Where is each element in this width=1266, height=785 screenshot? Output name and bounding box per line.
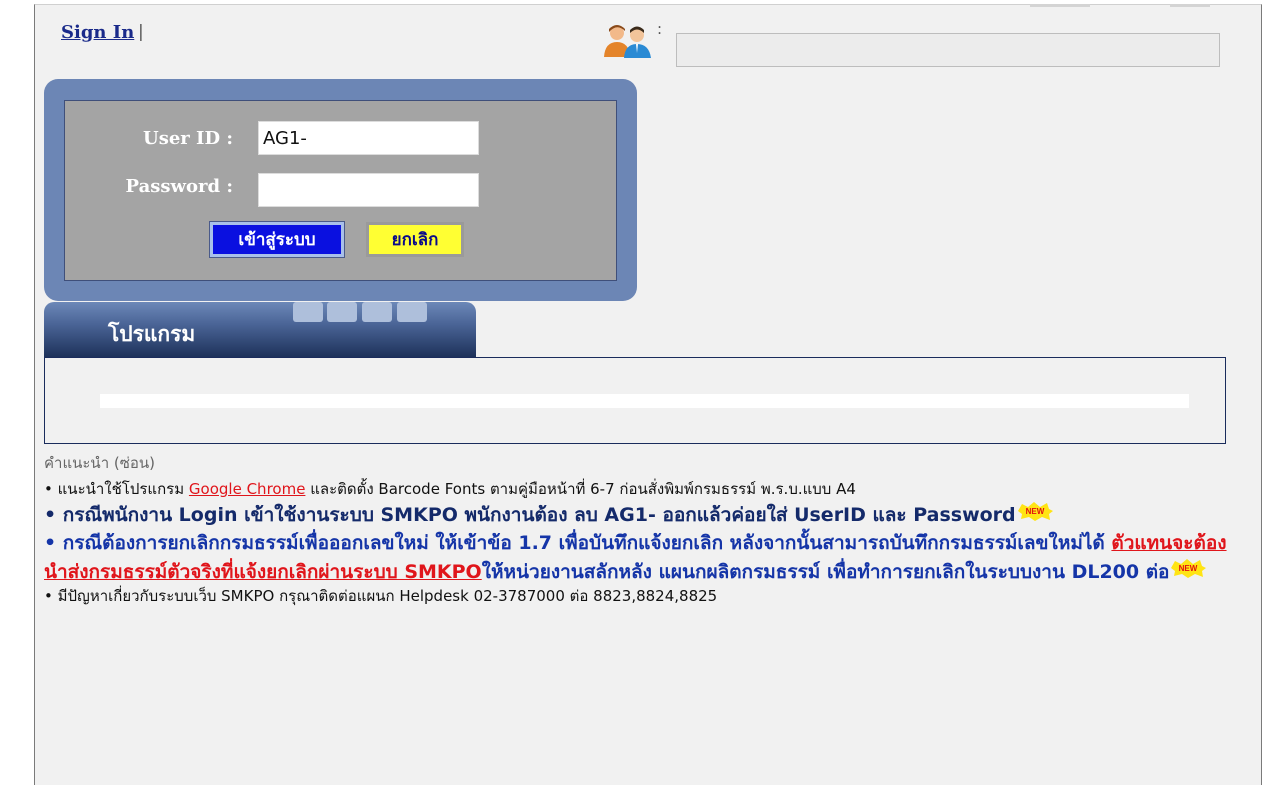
google-chrome-link[interactable]: Google Chrome xyxy=(189,480,306,498)
note-item: • มีปัญหาเกี่ยวกับระบบเว็บ SMKPO กรุณาติ… xyxy=(44,586,1234,608)
note-text: กรณีพนักงาน Login เข้าใช้งานระบบ SMKPO พ… xyxy=(62,503,1016,526)
password-label: Password : xyxy=(125,176,233,197)
instructions-section: คำแนะนำ (ซ่อน) • แนะนำใช้โปรแกรม Google … xyxy=(44,451,1234,608)
note-text: และติดตั้ง Barcode Fonts ตามคู่มือหน้าที… xyxy=(310,480,856,498)
note-text: แนะนำใช้โปรแกรม xyxy=(57,480,185,498)
tab-decoration xyxy=(327,302,357,322)
svg-text:NEW: NEW xyxy=(1025,507,1044,516)
program-list-bar xyxy=(100,394,1189,408)
note-text: กรณีต้องการยกเลิกกรมธรรม์เพื่อออกเลขใหม่… xyxy=(62,532,1105,555)
bullet: • xyxy=(44,480,53,498)
note-text: มีปัญหาเกี่ยวกับระบบเว็บ SMKPO กรุณาติดต… xyxy=(57,587,718,606)
password-input[interactable] xyxy=(258,173,479,207)
users-icon xyxy=(604,25,651,58)
new-badge-icon: NEW xyxy=(1171,558,1207,578)
note-item: • กรณีต้องการยกเลิกกรมธรรม์เพื่อออกเลขให… xyxy=(44,529,1234,586)
note-text: ให้หน่วยงานสลักหลัง แผนกผลิตกรมธรรม์ เพื… xyxy=(481,560,1170,583)
tab-decoration xyxy=(362,302,392,322)
userid-input[interactable] xyxy=(258,121,479,155)
sign-in-link[interactable]: Sign In xyxy=(61,22,134,43)
note-item: • กรณีพนักงาน Login เข้าใช้งานระบบ SMKPO… xyxy=(44,501,1234,530)
tab-decoration xyxy=(397,302,427,322)
svg-text:NEW: NEW xyxy=(1179,564,1198,573)
userid-label: User ID : xyxy=(143,128,233,149)
bullet: • xyxy=(44,503,57,526)
current-user-field xyxy=(676,33,1220,67)
bullet: • xyxy=(44,587,53,606)
bullet: • xyxy=(44,532,57,555)
cancel-button[interactable]: ยกเลิก xyxy=(366,222,464,257)
note-item: • แนะนำใช้โปรแกรม Google Chrome และติดตั… xyxy=(44,479,1234,501)
new-badge-icon: NEW xyxy=(1017,501,1053,521)
instructions-toggle[interactable]: คำแนะนำ (ซ่อน) xyxy=(44,451,1234,475)
frame-decoration xyxy=(1030,4,1090,7)
tab-decoration xyxy=(293,302,323,322)
frame-decoration xyxy=(1170,4,1210,7)
login-button[interactable]: เข้าสู่ระบบ xyxy=(209,221,345,258)
header-separator: | xyxy=(138,22,144,42)
user-colon: : xyxy=(657,20,663,38)
tab-program-label: โปรแกรม xyxy=(108,322,196,346)
